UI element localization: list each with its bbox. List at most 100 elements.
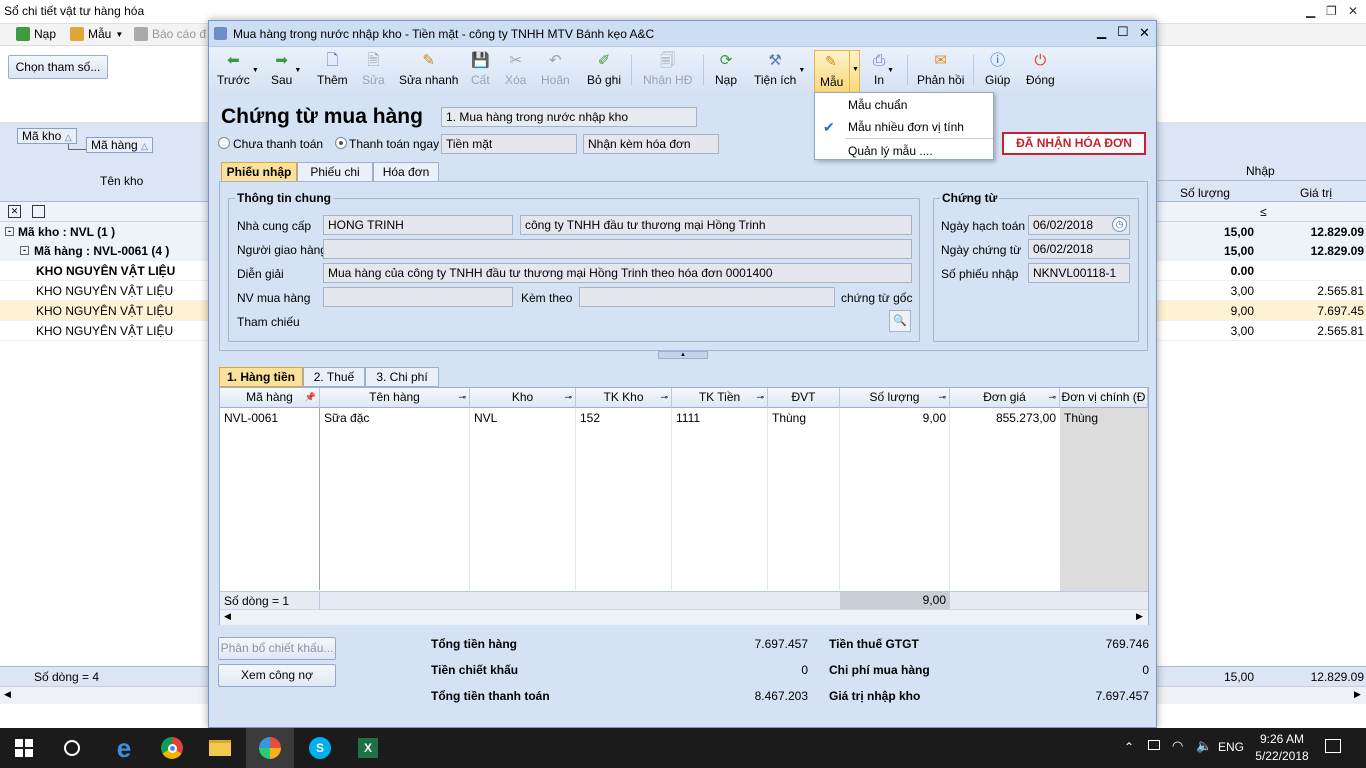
col-ten-kho[interactable]: Tên kho xyxy=(100,174,143,188)
clock-time[interactable]: 9:26 AM xyxy=(1252,732,1312,746)
add-button[interactable]: 🗋 Thêm xyxy=(317,51,348,91)
col-tk-kho[interactable]: TK Kho ⊸ xyxy=(576,388,672,408)
reference-search-icon[interactable]: 🔍 xyxy=(889,310,911,332)
payment-method-select[interactable]: Tiền mặt xyxy=(441,134,577,154)
save-button[interactable]: 💾 Cất xyxy=(471,51,490,91)
group-chip-hang[interactable]: Mã hàng △ xyxy=(86,137,153,153)
restore-icon[interactable]: ❐ xyxy=(1326,4,1337,18)
cell-so-luong[interactable]: 9,00 xyxy=(840,408,950,428)
windows-start-icon[interactable] xyxy=(0,728,48,768)
cortana-icon[interactable] xyxy=(48,728,96,768)
cell-don-gia[interactable]: 855.273,00 xyxy=(950,408,1060,428)
excel-icon[interactable]: X xyxy=(344,728,392,768)
file-explorer-icon[interactable] xyxy=(196,728,244,768)
print-button[interactable]: ⎙ In ▼ xyxy=(873,51,894,91)
next-button[interactable]: ➡ Sau ▼ xyxy=(271,51,301,91)
doc-date-field[interactable]: 06/02/2018 xyxy=(1028,239,1130,259)
help-button[interactable]: ⓘ Giúp xyxy=(985,51,1010,91)
arrow-left-icon: ⬅ xyxy=(227,52,240,69)
cell-dvt[interactable]: Thùng xyxy=(768,408,810,428)
skype-icon[interactable]: S xyxy=(296,728,344,768)
cell-ma-hang[interactable]: NVL-0061 xyxy=(220,408,282,428)
collapse-icon[interactable]: ▲ xyxy=(658,351,708,359)
edge-icon[interactable]: e xyxy=(100,728,148,768)
tab-phieu-chi[interactable]: Phiếu chi xyxy=(297,162,373,182)
close-icon[interactable]: ✕ xyxy=(1348,4,1358,18)
grid-scrollbar[interactable]: ◀ ▶ xyxy=(220,609,1148,625)
feedback-button[interactable]: ✉ Phản hồi xyxy=(917,51,964,91)
misa-icon[interactable] xyxy=(246,728,294,768)
row-val: 12.829.09 xyxy=(1310,244,1364,258)
filter-icon[interactable]: ✕ xyxy=(8,205,21,218)
close-icon[interactable]: ✕ xyxy=(1139,25,1150,41)
language-indicator[interactable]: ENG xyxy=(1218,740,1244,754)
clock-date[interactable]: 5/22/2018 xyxy=(1252,749,1312,763)
tab-hang-tien[interactable]: 1. Hàng tiền xyxy=(219,367,303,387)
cell-tk-tien[interactable]: 1111 xyxy=(672,408,704,428)
col-kho[interactable]: Kho ⊸ xyxy=(470,388,576,408)
radio-paid[interactable] xyxy=(335,137,347,149)
filter-le[interactable]: ≤ xyxy=(1260,205,1267,219)
close-button[interactable]: ⏻ Đóng xyxy=(1026,51,1055,91)
radio-unpaid[interactable] xyxy=(218,137,230,149)
menu-item-manage[interactable]: Quản lý mẫu .... xyxy=(815,140,993,162)
doc-no-field[interactable]: NKNVL00118-1 xyxy=(1028,263,1130,283)
supplier-name-field[interactable]: công ty TNHH đầu tư thương mại Hồng Trin… xyxy=(520,215,912,235)
maximize-icon[interactable]: ☐ xyxy=(1117,24,1129,40)
tray-chevron-icon[interactable]: ⌃ xyxy=(1124,740,1134,754)
cell-kho[interactable]: NVL xyxy=(470,408,501,428)
tab-phieu-nhap[interactable]: Phiếu nhập xyxy=(221,162,297,182)
bg-mau-button[interactable]: Mẫu ▼ xyxy=(70,27,123,41)
cell-ten-hang[interactable]: Sữa đặc xyxy=(320,408,373,428)
template-button[interactable]: ✎ Mẫu ▼ xyxy=(814,50,860,94)
col-dvt[interactable]: ĐVT xyxy=(768,388,840,408)
col-tk-tien[interactable]: TK Tiền ⊸ xyxy=(672,388,768,408)
voucher-type-select[interactable]: 1. Mua hàng trong nước nhập kho xyxy=(441,107,697,127)
unpost-button[interactable]: ✐ Bỏ ghi xyxy=(587,51,621,91)
col-so-luong[interactable]: Số lượng xyxy=(1180,186,1230,200)
col-don-vi-chinh[interactable]: Đơn vị chính (Đ xyxy=(1060,388,1148,408)
choose-params-button[interactable]: Chọn tham số... xyxy=(8,55,108,79)
col-so-luong[interactable]: Số lượng ⊸ xyxy=(840,388,950,408)
delete-button[interactable]: ✂ Xóa xyxy=(505,51,526,91)
calendar-icon[interactable]: ◷ xyxy=(1112,217,1127,232)
postpone-button[interactable]: ↶ Hoãn xyxy=(541,51,570,91)
col-gia-tri[interactable]: Giá trị xyxy=(1300,186,1332,200)
minimize-icon[interactable]: ▁ xyxy=(1306,4,1315,18)
notification-icon[interactable] xyxy=(1325,739,1341,753)
utilities-button[interactable]: ⚒ Tiện ích ▼ xyxy=(754,51,805,91)
wifi-icon[interactable]: ◠ xyxy=(1172,738,1183,754)
receive-invoice-button[interactable]: 🗐 Nhận HĐ xyxy=(643,51,692,91)
bg-nap-button[interactable]: Nạp xyxy=(16,27,56,41)
attach-field[interactable] xyxy=(579,287,835,307)
tab-hoa-don[interactable]: Hóa đơn xyxy=(373,162,439,182)
tab-chi-phi[interactable]: 3. Chi phí xyxy=(365,367,439,387)
view-debt-button[interactable]: Xem công nợ xyxy=(218,664,336,687)
allocate-discount-button[interactable]: Phân bổ chiết khấu... xyxy=(218,637,336,660)
chrome-icon[interactable] xyxy=(148,728,196,768)
col-ma-hang[interactable]: Mã hàng 📌 xyxy=(220,388,320,408)
prev-button[interactable]: ⬅ Trước ▼ xyxy=(217,51,259,91)
tb-label: Tiện ích xyxy=(754,73,797,87)
invoice-mode-select[interactable]: Nhận kèm hóa đơn xyxy=(583,134,719,154)
menu-item-standard[interactable]: Mẫu chuẩn xyxy=(815,94,993,116)
description-field[interactable]: Mua hàng của công ty TNHH đầu tư thương … xyxy=(323,263,912,283)
volume-icon[interactable]: 🔈 xyxy=(1196,738,1212,754)
tab-thue[interactable]: 2. Thuế xyxy=(303,367,365,387)
cell-tk-kho[interactable]: 152 xyxy=(576,408,604,428)
bg-report-button[interactable]: Báo cáo đ xyxy=(134,27,206,41)
deliverer-field[interactable] xyxy=(323,239,912,259)
minimize-icon[interactable]: ▁ xyxy=(1097,25,1106,39)
menu-item-multi-unit[interactable]: ✔ Mẫu nhiều đơn vị tính xyxy=(815,116,993,138)
buyer-field[interactable] xyxy=(323,287,513,307)
group-chip-kho[interactable]: Mã kho △ xyxy=(17,128,77,144)
reload-button[interactable]: ⟳ Nạp xyxy=(715,51,737,91)
chevron-down-icon[interactable]: ▼ xyxy=(852,66,859,73)
edit-button[interactable]: 🗎 Sửa xyxy=(362,51,385,91)
quick-edit-button[interactable]: ✎ Sửa nhanh xyxy=(399,51,458,91)
col-don-gia[interactable]: Đơn giá ⊸ xyxy=(950,388,1060,408)
checkbox-icon[interactable] xyxy=(32,205,45,218)
battery-icon[interactable] xyxy=(1148,740,1160,750)
col-ten-hang[interactable]: Tên hàng ⊸ xyxy=(320,388,470,408)
supplier-code-field[interactable]: HONG TRINH xyxy=(323,215,513,235)
